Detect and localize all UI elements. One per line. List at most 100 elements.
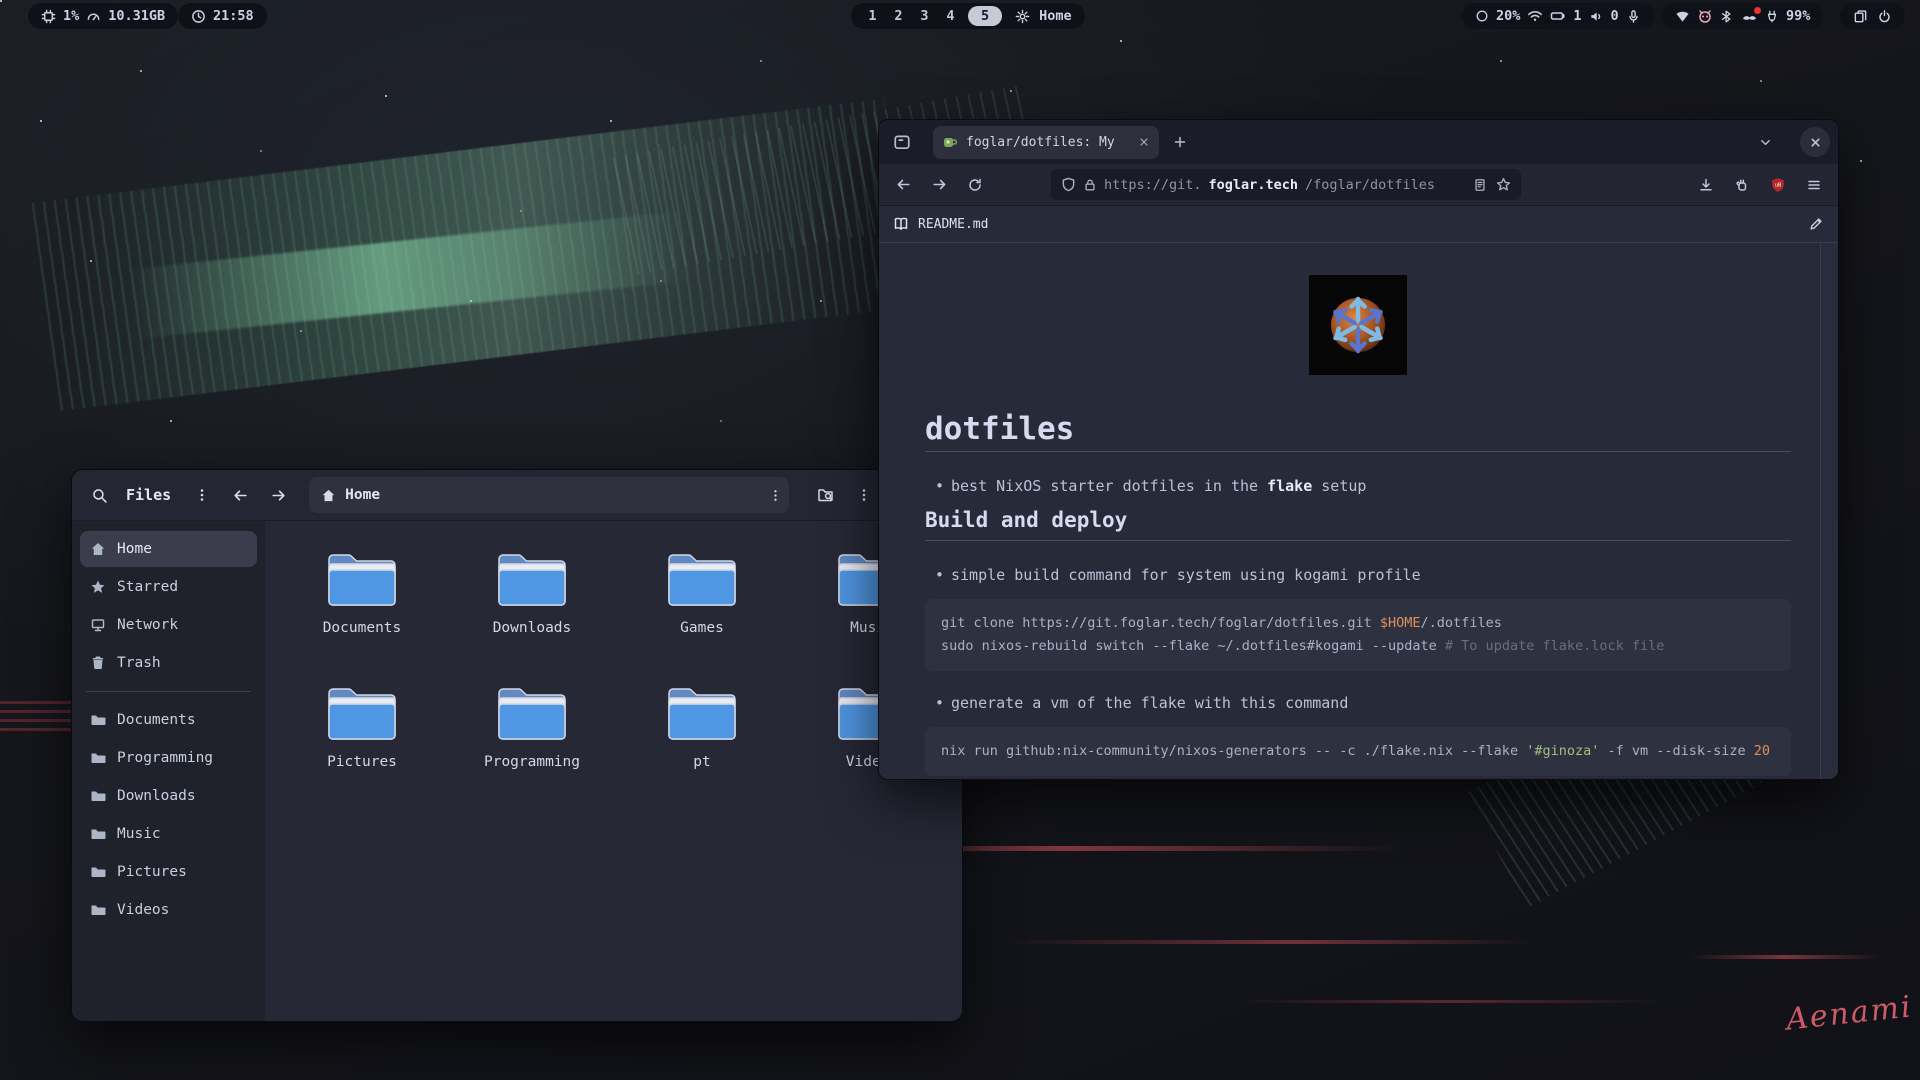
sidebar-item-videos[interactable]: Videos bbox=[80, 892, 257, 928]
bullet-text: generate a vm of the flake with this com… bbox=[951, 694, 1348, 712]
close-icon bbox=[1809, 136, 1822, 149]
path-bar[interactable]: Home bbox=[309, 477, 789, 513]
clock-icon bbox=[191, 9, 206, 24]
microphone-icon[interactable] bbox=[1626, 9, 1641, 24]
battery-device-icon[interactable] bbox=[1550, 8, 1566, 24]
star-icon bbox=[90, 579, 106, 595]
sidebar-item-programming[interactable]: Programming bbox=[80, 740, 257, 776]
workspace-5-active[interactable]: 5 bbox=[968, 6, 1002, 26]
tab-close-icon[interactable] bbox=[1138, 136, 1150, 148]
divider bbox=[925, 540, 1791, 541]
downloads-button[interactable] bbox=[1690, 169, 1722, 201]
folder-item-downloads[interactable]: Downloads bbox=[493, 551, 572, 685]
reload-button[interactable] bbox=[959, 169, 991, 201]
code-text: git clone https://git.foglar.tech/foglar… bbox=[941, 615, 1380, 631]
reader-mode-icon[interactable] bbox=[1473, 177, 1487, 192]
ublock-shield-icon: uB bbox=[1770, 177, 1786, 193]
home-icon bbox=[321, 488, 336, 503]
sidebar-item-network[interactable]: Network bbox=[80, 607, 257, 643]
green-aurora-streak bbox=[30, 98, 909, 411]
new-tab-button[interactable] bbox=[1165, 127, 1195, 157]
bookmark-star-icon[interactable] bbox=[1496, 177, 1511, 192]
sidebar-label: Trash bbox=[117, 655, 161, 671]
url-path: /foglar/dotfiles bbox=[1305, 177, 1435, 193]
power-icon[interactable] bbox=[1877, 9, 1892, 24]
workspace-3[interactable]: 3 bbox=[916, 8, 933, 24]
sidebar-item-home[interactable]: Home bbox=[80, 531, 257, 567]
browser-tab-active[interactable]: foglar/dotfiles: My bbox=[933, 126, 1159, 159]
nav-forward-button[interactable] bbox=[923, 169, 955, 201]
folder-item-programming[interactable]: Programming bbox=[484, 685, 580, 819]
bluetooth-icon[interactable] bbox=[1720, 9, 1734, 24]
folder-item-pt[interactable]: pt bbox=[664, 685, 740, 819]
window-close-button[interactable] bbox=[1800, 127, 1830, 157]
folder-icon bbox=[90, 712, 106, 728]
view-kebab-icon bbox=[856, 487, 872, 503]
folder-search-icon bbox=[817, 486, 835, 504]
code-text: /.dotfiles bbox=[1421, 615, 1502, 631]
top-status-bar: 1% 10.31GB 21:58 1 2 3 4 5 Home 20% 1 0 … bbox=[0, 0, 1920, 32]
files-body: Home Starred Network Trash Documents Pro… bbox=[72, 521, 962, 1021]
red-glitch-line bbox=[1690, 955, 1880, 959]
firefox-view-button[interactable] bbox=[887, 127, 917, 157]
folder-label: Games bbox=[680, 620, 724, 636]
wifi-icon[interactable] bbox=[1527, 8, 1543, 24]
red-glitch-line bbox=[1240, 1000, 1660, 1003]
gear-icon[interactable] bbox=[1015, 9, 1030, 24]
clipboard-icon[interactable] bbox=[1853, 9, 1868, 24]
folder-icon bbox=[90, 864, 106, 880]
nav-back-button[interactable] bbox=[887, 169, 919, 201]
network-tray-icon[interactable] bbox=[1675, 9, 1690, 24]
sidebar-item-downloads[interactable]: Downloads bbox=[80, 778, 257, 814]
notification-badge bbox=[1754, 7, 1761, 14]
code-number: 20 bbox=[1754, 743, 1770, 759]
readme-filename: README.md bbox=[918, 217, 988, 232]
chevron-down-icon bbox=[1758, 135, 1773, 150]
workspace-1[interactable]: 1 bbox=[864, 8, 881, 24]
url-bar[interactable]: https://git.foglar.tech/foglar/dotfiles bbox=[1051, 169, 1521, 200]
tray-app-icon[interactable] bbox=[1697, 8, 1713, 24]
sidebar-item-pictures[interactable]: Pictures bbox=[80, 854, 257, 890]
ublock-button[interactable]: uB bbox=[1762, 169, 1794, 201]
tab-title: foglar/dotfiles: My bbox=[966, 135, 1130, 150]
scrollbar[interactable] bbox=[1820, 243, 1838, 779]
big-folder-icon bbox=[494, 685, 570, 747]
kebab-menu-icon bbox=[194, 487, 210, 503]
menu-button[interactable] bbox=[1798, 169, 1830, 201]
sidebar-item-documents[interactable]: Documents bbox=[80, 702, 257, 738]
navigation-bar: https://git.foglar.tech/foglar/dotfiles … bbox=[879, 164, 1838, 206]
edit-pencil-icon[interactable] bbox=[1808, 216, 1824, 232]
search-button[interactable] bbox=[82, 478, 116, 512]
speaker-icon[interactable] bbox=[1589, 9, 1604, 24]
extension-button[interactable] bbox=[1726, 169, 1758, 201]
folder-item-games[interactable]: Games bbox=[664, 551, 740, 685]
download-icon bbox=[1698, 177, 1714, 193]
code-block-vm[interactable]: nix run github:nix-community/nixos-gener… bbox=[925, 727, 1791, 776]
view-options-button[interactable] bbox=[847, 478, 881, 512]
back-button[interactable] bbox=[223, 478, 257, 512]
search-icon bbox=[91, 487, 108, 504]
folder-item-documents[interactable]: Documents bbox=[323, 551, 402, 685]
sidebar-item-music[interactable]: Music bbox=[80, 816, 257, 852]
readme-bullet: generate a vm of the flake with this com… bbox=[925, 693, 1791, 713]
sidebar-item-starred[interactable]: Starred bbox=[80, 569, 257, 605]
folder-item-pictures[interactable]: Pictures bbox=[324, 685, 400, 819]
shield-icon[interactable] bbox=[1061, 177, 1076, 192]
tab-bar: foglar/dotfiles: My bbox=[879, 120, 1838, 164]
workspace-4[interactable]: 4 bbox=[942, 8, 959, 24]
notification-tray-icon[interactable] bbox=[1741, 9, 1758, 24]
plus-icon bbox=[1172, 134, 1188, 150]
lock-icon[interactable] bbox=[1083, 178, 1097, 192]
path-options-icon[interactable] bbox=[768, 488, 783, 503]
list-all-tabs-button[interactable] bbox=[1750, 127, 1780, 157]
code-block-build[interactable]: git clone https://git.foglar.tech/foglar… bbox=[925, 599, 1791, 671]
files-headerbar: Files Home bbox=[72, 470, 962, 521]
workspace-2[interactable]: 2 bbox=[890, 8, 907, 24]
forward-button[interactable] bbox=[261, 478, 295, 512]
app-menu-button[interactable] bbox=[185, 478, 219, 512]
folder-search-button[interactable] bbox=[809, 478, 843, 512]
sidebar-item-trash[interactable]: Trash bbox=[80, 645, 257, 681]
battery-percent: 99% bbox=[1786, 8, 1810, 24]
code-text: nix run github:nix-community/nixos-gener… bbox=[941, 743, 1526, 759]
ring-percent: 20% bbox=[1496, 8, 1520, 24]
